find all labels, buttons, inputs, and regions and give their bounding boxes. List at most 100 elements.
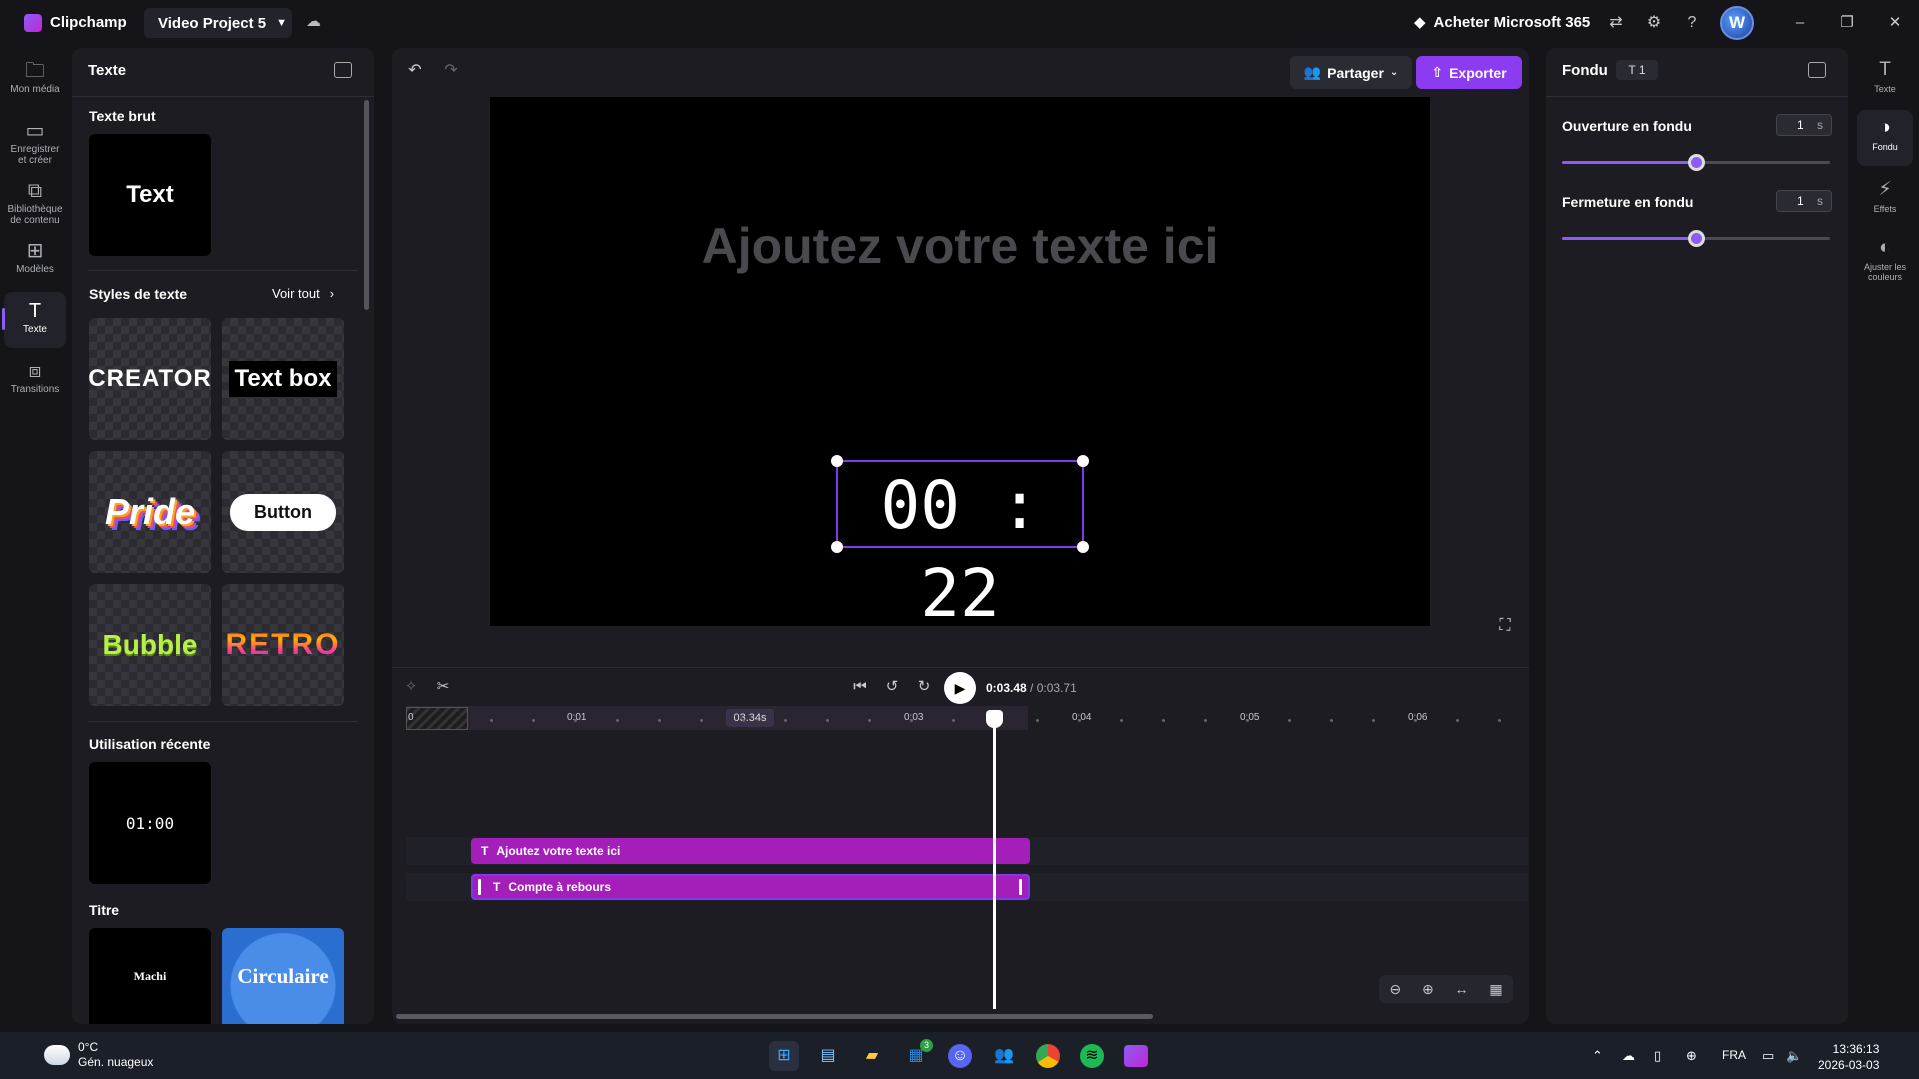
fade-in-label: Ouverture en fondu bbox=[1562, 118, 1692, 134]
text-clip-icon: T bbox=[481, 844, 489, 858]
zoom-out-icon[interactable]: ⊖ bbox=[1389, 981, 1401, 998]
playhead-line[interactable] bbox=[993, 713, 996, 1009]
fade-out-value: 1 bbox=[1797, 194, 1804, 208]
project-name-button[interactable]: Video Project 5 ▼ bbox=[144, 8, 292, 38]
windows-start-icon[interactable]: ⊞ bbox=[769, 1041, 799, 1071]
scissors-icon[interactable]: ✂ bbox=[432, 676, 454, 698]
style-retro[interactable]: RETRO bbox=[222, 584, 344, 706]
share-button[interactable]: 👥 Partager ⌄ bbox=[1290, 56, 1412, 89]
style-creator[interactable]: CREATOR bbox=[89, 318, 211, 440]
notepad-icon[interactable]: ▤ bbox=[813, 1041, 843, 1071]
selected-timer-text[interactable]: 00 : 22 bbox=[831, 455, 1089, 632]
zoom-in-icon[interactable]: ⊕ bbox=[1422, 981, 1434, 998]
collapse-panel-icon[interactable] bbox=[334, 62, 352, 78]
usb-icon[interactable]: ▯ bbox=[1654, 1048, 1661, 1064]
clip-trim-handle-right[interactable] bbox=[1019, 879, 1022, 895]
timeline-horizontal-scrollbar[interactable] bbox=[396, 1014, 1153, 1019]
clipchamp-taskbar-icon[interactable] bbox=[1121, 1041, 1151, 1071]
slider-thumb[interactable] bbox=[1688, 230, 1705, 247]
clip-trim-handle-left[interactable] bbox=[478, 879, 481, 895]
ruler-tick bbox=[1036, 719, 1039, 722]
rewind-5s-icon[interactable]: ↺ bbox=[881, 676, 903, 698]
teams-icon[interactable]: 👥 bbox=[989, 1041, 1019, 1071]
discord-icon[interactable]: ☺ bbox=[945, 1041, 975, 1071]
left-navigation: 🗀 Mon média ▭ Enregistrer et créer ⧉ Bibliot… bbox=[0, 46, 70, 1032]
cloud-sync-off-icon[interactable]: ☁ bbox=[306, 12, 330, 34]
current-time: 0:03.48 bbox=[986, 681, 1027, 695]
chrome-icon[interactable] bbox=[1033, 1041, 1063, 1071]
resize-handle[interactable] bbox=[831, 455, 843, 467]
display-icon[interactable]: ▭ bbox=[1762, 1048, 1774, 1064]
tray-overflow-icon[interactable]: ⌃ bbox=[1592, 1048, 1603, 1064]
system-clock[interactable]: 13:36:13 2026-03-03 bbox=[1818, 1041, 1879, 1073]
text-styles-heading: Styles de texte bbox=[89, 286, 188, 302]
nav-label: Texte bbox=[23, 324, 47, 335]
collapse-panel-icon[interactable] bbox=[1808, 62, 1826, 78]
style-text-box[interactable]: Text box bbox=[222, 318, 344, 440]
nav-text[interactable]: T Texte bbox=[2, 292, 66, 348]
title-tile-circular[interactable]: Circulaire bbox=[222, 928, 344, 1024]
video-preview[interactable]: Ajoutez votre texte ici 00 : 22 bbox=[490, 97, 1430, 632]
volume-icon[interactable]: 🔈 bbox=[1786, 1048, 1802, 1064]
resize-handle[interactable] bbox=[1077, 541, 1089, 553]
forward-5s-icon[interactable]: ↻ bbox=[913, 676, 935, 698]
nav-my-media[interactable]: 🗀 Mon média bbox=[4, 52, 66, 108]
recent-tile-countdown[interactable]: 01:00 bbox=[89, 762, 211, 884]
rnav-text[interactable]: T Texte bbox=[1857, 52, 1913, 94]
placeholder-text-overlay[interactable]: Ajoutez votre texte ici bbox=[490, 217, 1430, 275]
fade-out-slider[interactable] bbox=[1562, 230, 1830, 247]
spotify-icon[interactable]: ≋ bbox=[1077, 1041, 1107, 1071]
close-icon[interactable]: ✕ bbox=[1883, 12, 1907, 34]
clock-date: 2026-03-03 bbox=[1818, 1058, 1880, 1072]
nav-templates[interactable]: ⊞ Modèles bbox=[4, 232, 66, 288]
file-explorer-icon[interactable]: ▰ bbox=[857, 1041, 887, 1071]
buy-microsoft-365-button[interactable]: ◆ Acheter Microsoft 365 bbox=[1414, 13, 1590, 32]
ruler-tick bbox=[826, 719, 829, 722]
resize-handle[interactable] bbox=[1077, 455, 1089, 467]
language-indicator[interactable]: FRA bbox=[1722, 1048, 1746, 1062]
user-avatar[interactable]: W bbox=[1720, 6, 1754, 40]
ruler-tick bbox=[1120, 719, 1123, 722]
resize-handle[interactable] bbox=[831, 541, 843, 553]
clip-placeholder-text[interactable]: T Ajoutez votre texte ici bbox=[471, 838, 1030, 864]
play-button[interactable]: ▶ bbox=[944, 672, 976, 704]
clip-countdown[interactable]: T Compte à rebours bbox=[471, 874, 1030, 900]
network-icon[interactable]: ⊕ bbox=[1686, 1048, 1697, 1064]
restore-icon[interactable]: ❐ bbox=[1835, 12, 1859, 34]
help-icon[interactable]: ? bbox=[1681, 12, 1703, 34]
fade-in-input[interactable]: 1s bbox=[1776, 114, 1832, 136]
undo-icon[interactable]: ↶ bbox=[404, 60, 426, 82]
tray-app-icon[interactable]: ☁ bbox=[1622, 1048, 1635, 1064]
style-pride[interactable]: Pride bbox=[89, 451, 211, 573]
settings-gear-icon[interactable]: ⚙ bbox=[1643, 12, 1665, 34]
timeline-layout-icon[interactable]: ▦ bbox=[1489, 981, 1502, 998]
nav-content-library[interactable]: ⧉ Bibliothèque de contenu bbox=[4, 172, 66, 228]
panel-scrollbar[interactable] bbox=[364, 100, 369, 310]
export-button[interactable]: ⇧ Exporter bbox=[1416, 56, 1522, 89]
minimize-icon[interactable]: – bbox=[1788, 12, 1812, 34]
rnav-adjust-colors[interactable]: ◐ Ajuster les couleurs bbox=[1857, 230, 1913, 282]
title-tile-machine[interactable]: Machi bbox=[89, 928, 211, 1024]
fit-timeline-icon[interactable]: ↔ bbox=[1455, 981, 1469, 997]
fade-out-input[interactable]: 1s bbox=[1776, 190, 1832, 212]
playhead-handle[interactable] bbox=[986, 710, 1003, 728]
see-all-link[interactable]: Voir tout › bbox=[272, 286, 334, 301]
rnav-effects[interactable]: ⚡ Effets bbox=[1857, 172, 1913, 214]
rnav-fade[interactable]: ◑ Fondu bbox=[1857, 110, 1913, 166]
slider-thumb[interactable] bbox=[1688, 154, 1705, 171]
nav-record-create[interactable]: ▭ Enregistrer et créer bbox=[4, 112, 66, 168]
panel-title: Texte bbox=[88, 62, 127, 79]
fullscreen-icon[interactable]: ⛶ bbox=[1494, 615, 1516, 637]
folder-icon: 🗀 bbox=[25, 60, 45, 82]
redo-icon[interactable]: ↷ bbox=[440, 60, 462, 82]
fade-in-slider[interactable] bbox=[1562, 154, 1830, 171]
share-link-icon[interactable]: ⇄ bbox=[1605, 12, 1627, 34]
style-bubble[interactable]: Bubble bbox=[89, 584, 211, 706]
style-button[interactable]: Button bbox=[222, 451, 344, 573]
weather-widget[interactable]: 0°C Gén. nuageux bbox=[44, 1040, 153, 1070]
mail-app-icon[interactable]: ▦ 3 bbox=[901, 1039, 933, 1071]
plain-text-tile[interactable]: Text bbox=[89, 134, 211, 256]
skip-to-start-icon[interactable]: ⏮ bbox=[849, 676, 871, 698]
nav-transitions[interactable]: ⧈ Transitions bbox=[4, 352, 66, 408]
magic-wand-icon[interactable]: ✧ bbox=[400, 676, 422, 698]
